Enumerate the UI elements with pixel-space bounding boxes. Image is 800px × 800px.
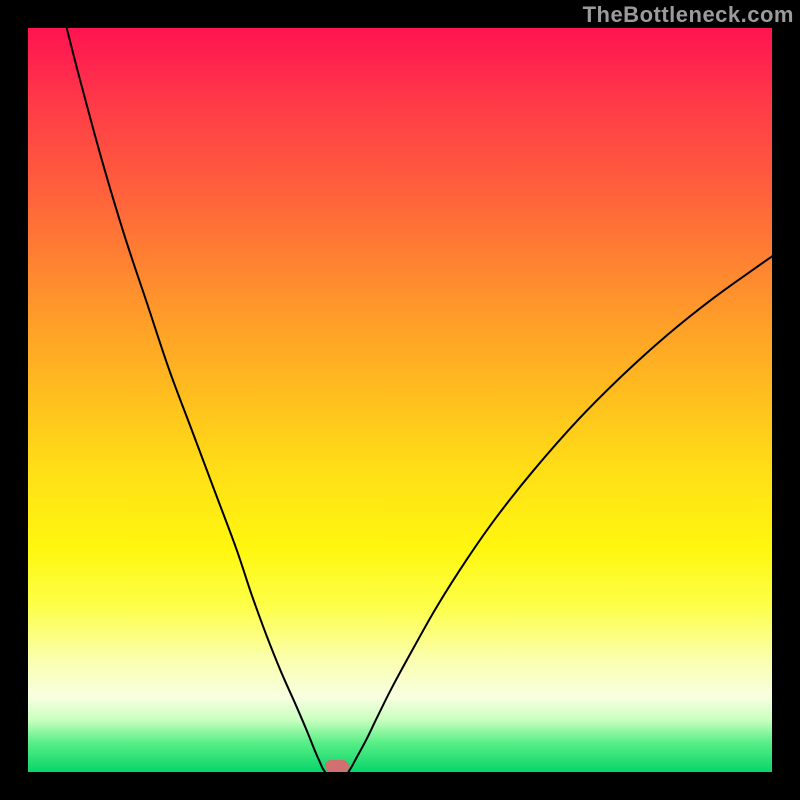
plot-area	[28, 28, 772, 772]
watermark-text: TheBottleneck.com	[583, 2, 794, 28]
curve-layer	[28, 28, 772, 772]
curve-right-branch	[349, 256, 772, 771]
curve-left-branch	[67, 28, 325, 772]
chart-frame: TheBottleneck.com	[0, 0, 800, 800]
